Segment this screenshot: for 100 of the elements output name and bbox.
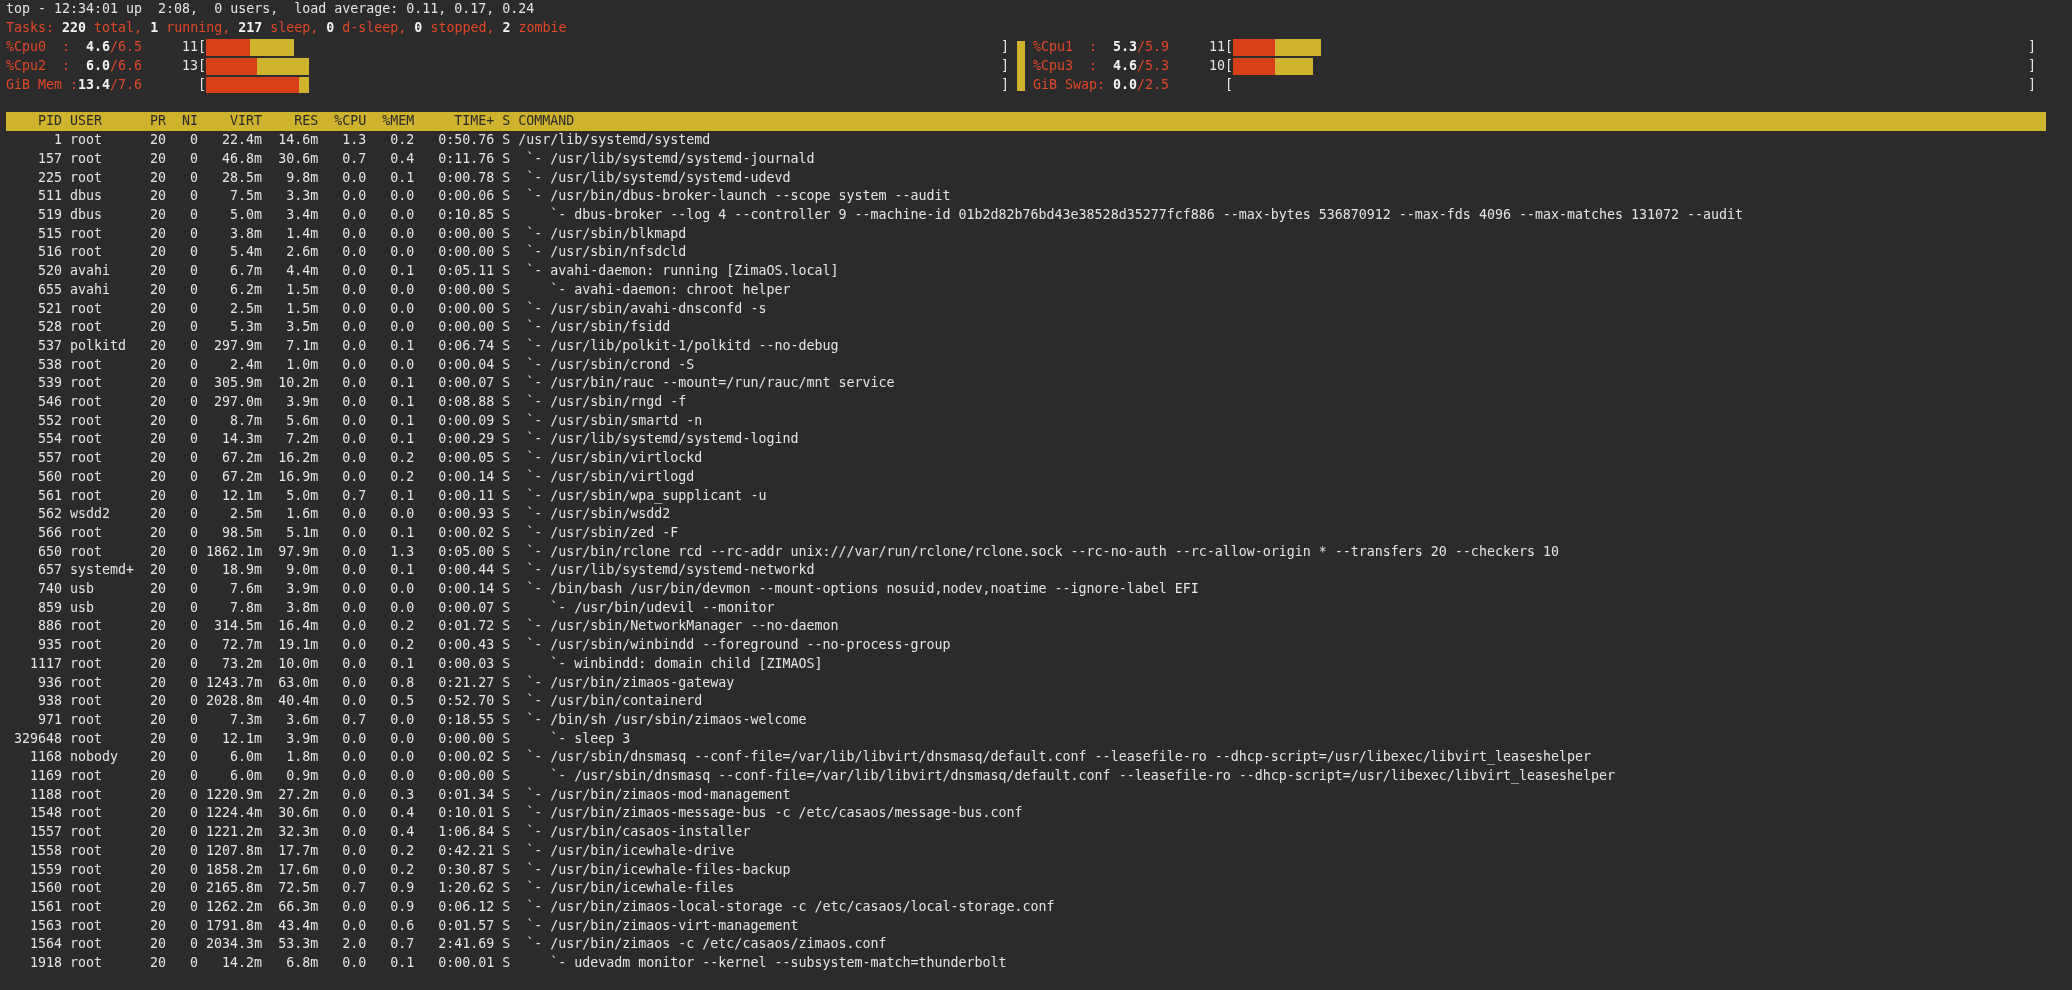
table-cell-text: S (502, 467, 511, 486)
table-cell-text: 66.3m (277, 898, 319, 916)
table-cell: S (502, 954, 511, 973)
table-cell-text: `- /usr/sbin/crond -S (525, 355, 696, 374)
table-cell-text: 1:20.62 (437, 879, 495, 898)
table-cell-text: 0:00.07 (437, 598, 495, 617)
table-cell-text: 886 (37, 617, 63, 636)
table-cell-text: 0.1 (389, 430, 415, 449)
table-cell-text: `- udevadm monitor --kernel --subsystem-match=thunderbolt (549, 954, 1008, 973)
table-cell-text: S (502, 617, 511, 636)
table-cell-text: 0.1 (389, 336, 415, 355)
table-cell-text: root (70, 149, 104, 168)
table-cell-text: 5.6m (285, 411, 319, 430)
table-cell-text: 0:00.02 (437, 523, 495, 542)
table-cell-text: 10.2m (277, 374, 319, 393)
table-cell-text: 20 (149, 785, 167, 804)
table-cell-text: 0:00.78 (437, 168, 495, 187)
table-cell-text: 20 (149, 916, 167, 935)
table-cell-text: 0 (189, 841, 199, 860)
table-cell-text: root (70, 617, 104, 636)
table-cell-text: 0.0 (341, 168, 367, 187)
meter-reading: 0.0/2.5 (1112, 75, 1170, 94)
table-cell-text: 0 (189, 149, 199, 168)
table-cell-text: S (502, 710, 511, 729)
table-cell-text: 0 (189, 411, 199, 430)
table-cell-text: 0:00.00 (437, 318, 495, 337)
table-cell-text: 20 (149, 299, 167, 318)
table-cell-text: 0.1 (389, 168, 415, 187)
table-cell-text: root (70, 636, 104, 655)
column-header: COMMAND (518, 112, 576, 131)
table-cell-text: 20 (149, 898, 167, 916)
table-cell-text: 935 (37, 636, 63, 655)
table-cell-text: root (70, 131, 104, 150)
table-cell-text: 936 (37, 673, 63, 692)
table-cell-text: `- /usr/sbin/virtlockd (525, 449, 704, 468)
table-cell-text: 20 (149, 411, 167, 430)
table-cell-text: 19.1m (277, 636, 319, 655)
table-cell-text: 0.0 (389, 767, 415, 786)
uptime-line: top - 12:34:01 up 2:08, 0 users, load average: 0.11, 0.17, 0.24 (6, 0, 536, 18)
table-cell-text: 1.5m (285, 299, 319, 318)
table-cell-text: `- /usr/sbin/smartd -n (525, 411, 704, 430)
table-cell-text: 16.2m (277, 449, 319, 468)
table-cell-text: `- /usr/lib/systemd/systemd-udevd (525, 168, 792, 187)
table-cell-text: root (70, 767, 104, 786)
table-cell-text: 1558 (29, 841, 63, 860)
table-cell-text: 2.0 (341, 935, 367, 954)
table-cell-text: 859 (37, 598, 63, 617)
table-cell-text: `- /usr/sbin/avahi-dnsconfd -s (525, 299, 768, 318)
table-cell-text: 0.7 (341, 149, 367, 168)
table-cell-text: 1918 (29, 954, 63, 973)
table-cell-text: root (70, 785, 104, 804)
table-cell-text: 0.4 (389, 149, 415, 168)
table-cell-text: S (502, 486, 511, 505)
table-cell-text: 20 (149, 449, 167, 468)
column-header: VIRT (229, 112, 263, 131)
table-cell-text: 0:10.85 (437, 206, 495, 224)
table-cell-text: 0.0 (341, 411, 367, 430)
table-cell-text: 5.4m (229, 243, 263, 262)
table-cell-text: 1.3 (341, 131, 367, 150)
table-cell-text: 0:00.00 (437, 729, 495, 748)
table-cell-text: `- /bin/bash /usr/bin/devmon --mount-options nosuid,nodev,noatime --ignore-label EFI (525, 580, 1200, 599)
table-cell-text: 0.0 (341, 299, 367, 318)
table-cell-text: 1561 (29, 898, 63, 916)
table-cell-text: 0.1 (389, 393, 415, 411)
table-cell-text: 314.5m (213, 617, 263, 636)
table-cell-text: 528 (37, 318, 63, 337)
table-cell-text: 20 (149, 860, 167, 879)
table-cell-text: 0:00.03 (437, 654, 495, 673)
table-cell-text: 0.0 (341, 636, 367, 655)
table-cell-text: 0:30.87 (437, 860, 495, 879)
table-cell-text: dbus (70, 206, 104, 224)
table-cell-text: 0.0 (341, 804, 367, 823)
table-cell-text: 1.5m (285, 280, 319, 299)
table-cell-text: S (502, 729, 511, 748)
table-cell-text: 537 (37, 336, 63, 355)
table-cell-text: root (70, 374, 104, 393)
table-cell-text: 0.0 (341, 542, 367, 561)
table-cell-text: 0.0 (341, 393, 367, 411)
column-header: S (502, 112, 511, 131)
table-cell-text: 650 (37, 542, 63, 561)
table-cell-text: 0.0 (341, 187, 367, 206)
table-cell-text: 20 (149, 467, 167, 486)
table-cell-text: 20 (149, 542, 167, 561)
table-cell-text: 3.3m (285, 187, 319, 206)
table-cell-text: S (502, 561, 511, 580)
table-cell-text: root (70, 486, 104, 505)
table-cell-text: 519 (37, 206, 63, 224)
table-cell-text: 297.9m (213, 336, 263, 355)
table-cell-text: 0.0 (389, 710, 415, 729)
table-cell-text: 0 (189, 804, 199, 823)
table-cell-text: 0.0 (389, 729, 415, 748)
table-cell-text: 20 (149, 224, 167, 243)
table-cell-text: 0 (189, 580, 199, 599)
table-cell-text: 0 (189, 542, 199, 561)
meter-label: GiB Swap: (1033, 75, 1106, 94)
table-cell-text: 0:00.05 (437, 449, 495, 468)
table-cell-text: `- /usr/bin/zimaos-message-bus -c /etc/casaos/message-bus.conf (525, 804, 1024, 823)
table-cell-text: `- /usr/sbin/dnsmasq --conf-file=/var/lib/libvirt/dnsmasq/default.conf --leasefile-ro --dhcp-script=/usr/libexec/libvirt_leaseshelper (549, 767, 1616, 786)
table-cell-text: 10.0m (277, 654, 319, 673)
table-cell-text: 0.0 (389, 299, 415, 318)
